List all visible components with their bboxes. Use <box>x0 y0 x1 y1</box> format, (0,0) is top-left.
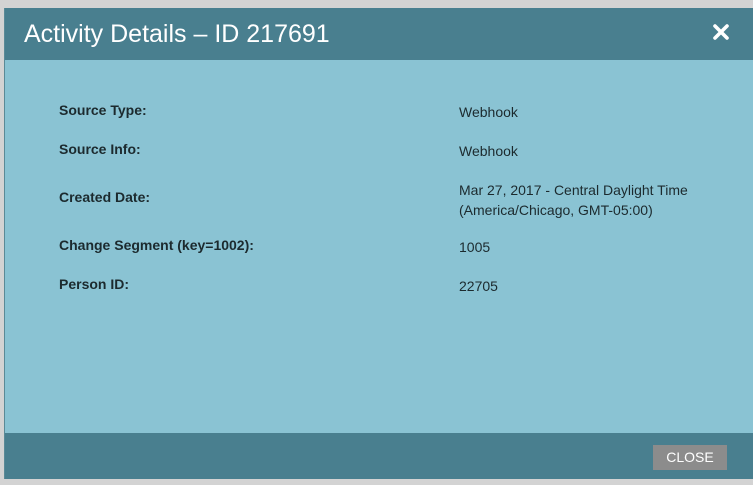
detail-label: Person ID: <box>59 276 130 292</box>
detail-value: 22705 <box>459 278 498 294</box>
detail-value: Webhook <box>459 104 518 120</box>
activity-details-dialog: Activity Details – ID 217691 Source Type… <box>4 8 753 479</box>
detail-value: Mar 27, 2017 - Central Daylight Time <box>459 182 688 198</box>
detail-label: Change Segment (key=1002): <box>59 237 254 253</box>
detail-label: Source Type: <box>59 102 147 118</box>
dialog-header: Activity Details – ID 217691 <box>5 8 753 60</box>
detail-label: Source Info: <box>59 141 141 157</box>
detail-value: 1005 <box>459 239 491 255</box>
dialog-footer: CLOSE <box>5 433 753 479</box>
detail-label: Created Date: <box>59 189 151 205</box>
detail-value: Webhook <box>459 143 518 159</box>
dialog-title: Activity Details – ID 217691 <box>24 20 330 48</box>
detail-value-line-2: (America/Chicago, GMT-05:00) <box>459 202 653 218</box>
close-icon[interactable] <box>711 22 731 42</box>
close-button[interactable]: CLOSE <box>653 445 727 470</box>
